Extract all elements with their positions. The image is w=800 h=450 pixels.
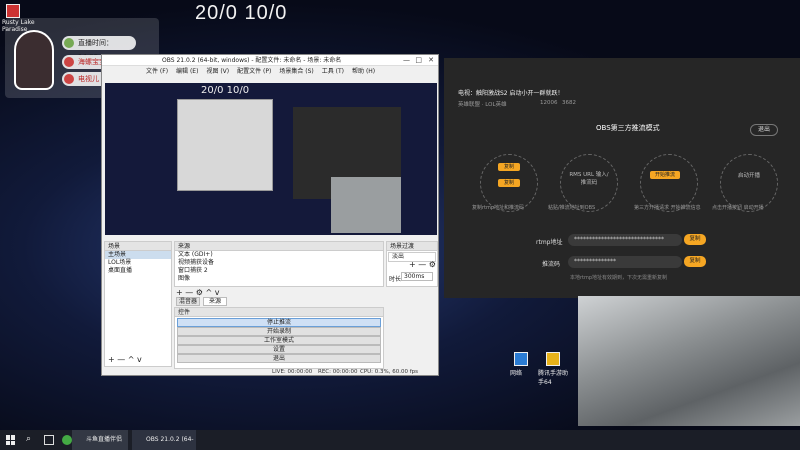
status-cpu: CPU: 0.3%, 60.00 fps — [360, 369, 419, 375]
exit-panel-button[interactable]: 退出 — [750, 124, 778, 136]
mixer-tabs: 混音器 来源 — [176, 297, 227, 306]
game-icon[interactable] — [6, 4, 20, 18]
room-title: 电视：触阳激战S2 启动小开一群就跃！ — [458, 90, 564, 97]
start-recording-button[interactable]: 开始录制 — [177, 327, 381, 336]
streamer-tag: 电视儿 — [78, 75, 99, 83]
scene-item[interactable]: 主场景 — [105, 251, 171, 259]
scene-item[interactable]: 桌面直播 — [105, 267, 171, 275]
desktop-icon-label: 网络 — [510, 370, 523, 377]
preview-score: 20/0 10/0 — [201, 85, 250, 96]
tag-icon — [64, 74, 74, 84]
source-item[interactable]: 窗口捕获 2 — [175, 267, 383, 275]
source-item[interactable]: 视频捕获设备 — [175, 259, 383, 267]
step-copy-tag[interactable]: 复制 — [498, 179, 520, 187]
source-add-remove-buttons[interactable]: + — ⚙ ^ v — [176, 288, 219, 297]
sources-title-text: 来源 — [178, 243, 191, 250]
obs-window: OBS 21.0.2 (64-bit, windows) - 配置文件: 未命名… — [101, 54, 439, 376]
step-caption: 粘贴/推流地址到OBS — [548, 205, 596, 211]
menu-file[interactable]: 文件 (F) — [146, 66, 168, 78]
sources-dock: 来源 文本 (GDI+) 视频捕获设备 窗口捕获 2 图像 — [174, 241, 384, 287]
status-live: LIVE: 00:00:00 — [272, 369, 313, 375]
webcam-overlay — [578, 296, 800, 426]
copy-rtmp-button[interactable]: 复制 — [684, 234, 706, 245]
rtmp-field[interactable]: ****************************** — [568, 234, 682, 246]
step-copy-tag[interactable]: 复制 — [498, 163, 520, 171]
scene-add-remove-buttons[interactable]: + — ^ v — [108, 355, 142, 364]
copy-stream-key-button[interactable]: 复制 — [684, 256, 706, 267]
search-icon[interactable]: ⌕ — [26, 434, 31, 444]
studio-mode-button[interactable]: 工作室模式 — [177, 336, 381, 345]
minimize-icon[interactable]: — — [403, 55, 410, 66]
taskbar: ⌕ 斗鱼直播伴侣 OBS 21.0.2 (64-bit... — [0, 430, 800, 450]
desktop-icon-label: 腾讯手游助手64 — [538, 370, 569, 386]
streaming-app: 电视：触阳激战S2 启动小开一群就跃！ 英雄联盟 · LOL英雄 12006 3… — [444, 58, 800, 298]
panel-title: OBS第三方推流模式 — [596, 124, 660, 132]
exit-button[interactable]: 退出 — [177, 354, 381, 363]
transition-add-button[interactable]: + — ⚙ — [409, 260, 436, 269]
obs-title: OBS 21.0.2 (64-bit, windows) - 配置文件: 未命名… — [162, 57, 342, 64]
menu-scene-collection[interactable]: 场景集合 (S) — [279, 66, 313, 78]
menu-profile[interactable]: 配置文件 (P) — [237, 66, 271, 78]
menu-help[interactable]: 帮助 (H) — [352, 66, 375, 78]
scenes-dock: 场景 主场景 LOL场景 桌面直播 + — ^ v — [104, 241, 172, 367]
source-item[interactable]: 文本 (GDI+) — [175, 251, 383, 259]
step-caption: 复制rtmp地址和推流码 — [472, 205, 525, 211]
step-start-tag[interactable]: 开始推流 — [650, 171, 680, 179]
task-view-icon[interactable] — [44, 435, 54, 445]
stream-key-field[interactable]: ************** — [568, 256, 682, 268]
controls-title-text: 控件 — [178, 309, 191, 316]
stream-key-label: 推流码 — [542, 261, 561, 268]
hint-text: 本地rtmp地址有效期到，下次无需重新复制 — [570, 275, 668, 281]
windows-start-icon[interactable] — [6, 435, 16, 445]
obs-menubar: 文件 (F) 编辑 (E) 视图 (V) 配置文件 (P) 场景集合 (S) 工… — [102, 66, 438, 78]
step-center: 启动开播 — [737, 173, 760, 179]
stop-streaming-button[interactable]: 停止推流 — [177, 318, 381, 327]
overlay-score-time: 20/0 10/0 — [195, 2, 288, 24]
scenes-title-text: 场景 — [108, 243, 121, 250]
weibo-icon — [64, 57, 74, 67]
menu-tools[interactable]: 工具 (T) — [322, 66, 344, 78]
maximize-icon[interactable]: □ — [415, 55, 422, 66]
app-icon[interactable] — [546, 352, 560, 366]
scene-item[interactable]: LOL场景 — [105, 259, 171, 267]
sources-title: 来源 — [175, 242, 383, 251]
menu-view[interactable]: 视图 (V) — [206, 66, 229, 78]
close-icon[interactable]: ✕ — [428, 55, 434, 66]
rtmp-label: rtmp地址 — [536, 239, 563, 246]
step-center: RMS URL 输入/推流码 — [569, 172, 609, 186]
duration-input[interactable]: 300ms — [401, 272, 433, 281]
preview-nested-obs — [177, 99, 273, 191]
settings-button[interactable]: 设置 — [177, 345, 381, 354]
controls-dock: 控件 停止推流 开始录制 工作室模式 设置 退出 — [174, 307, 384, 369]
like-count: 3682 — [562, 100, 576, 106]
duration-label: 时长 — [389, 276, 402, 283]
controls-title: 控件 — [175, 308, 383, 317]
source-item[interactable]: 图像 — [175, 275, 383, 283]
obs-titlebar: OBS 21.0.2 (64-bit, windows) - 配置文件: 未命名… — [102, 55, 438, 66]
transitions-dock: 场景过渡 淡出 + — ⚙ 时长 300ms — [386, 241, 438, 287]
transitions-title-text: 场景过渡 — [390, 243, 415, 250]
step-caption: 点击开播按钮 启动开播 — [712, 205, 764, 211]
step-caption: 第三方开播请求 开始推流信息 — [634, 205, 701, 211]
network-icon[interactable] — [514, 352, 528, 366]
chrome-icon[interactable] — [62, 435, 72, 445]
taskbar-item-obs[interactable]: OBS 21.0.2 (64-bit... — [132, 430, 196, 450]
clock-icon — [64, 38, 74, 48]
tab-sources[interactable]: 来源 — [203, 297, 227, 306]
menu-edit[interactable]: 编辑 (E) — [176, 66, 198, 78]
obs-preview[interactable]: 20/0 10/0 — [105, 83, 437, 235]
room-meta: 英雄联盟 · LOL英雄 — [458, 102, 507, 108]
tab-mixer[interactable]: 混音器 — [176, 297, 200, 306]
scenes-title: 场景 — [105, 242, 171, 251]
live-time-pill: 直播时间：14:05 — [62, 36, 136, 61]
taskbar-item-douyu[interactable]: 斗鱼直播伴侣 — [72, 430, 128, 450]
avatar — [14, 30, 54, 90]
viewer-count: 12006 — [540, 100, 558, 106]
transitions-title: 场景过渡 — [387, 242, 437, 251]
preview-webcam — [331, 177, 401, 233]
status-rec: REC: 00:00:00 — [318, 369, 358, 375]
